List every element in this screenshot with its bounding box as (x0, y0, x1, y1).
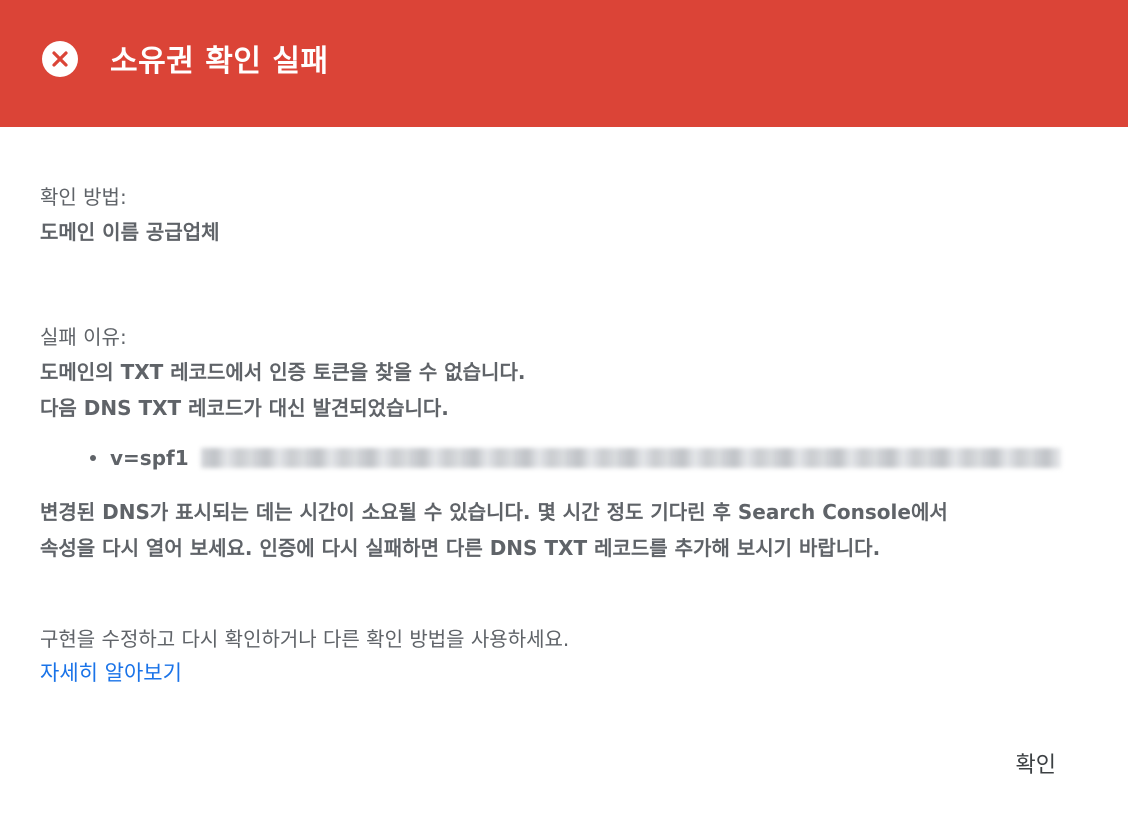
dialog-header: 소유권 확인 실패 (0, 0, 1128, 127)
learn-more-link[interactable]: 자세히 알아보기 (40, 656, 182, 690)
failure-reason-line-1: 도메인의 TXT 레코드에서 인증 토큰을 찾을 수 없습니다. (40, 360, 526, 384)
bullet-icon (90, 455, 96, 461)
ok-button[interactable]: 확인 (1002, 741, 1070, 785)
help-section: 구현을 수정하고 다시 확인하거나 다른 확인 방법을 사용하세요. 자세히 알… (40, 622, 1088, 690)
redacted-record-text (200, 448, 1061, 468)
dns-propagation-notice: 변경된 DNS가 표시되는 데는 시간이 소요될 수 있습니다. 몇 시간 정도… (40, 494, 1088, 566)
verification-method-label: 확인 방법: (40, 185, 127, 209)
dns-record-list: v=spf1 (40, 438, 1088, 478)
error-circle-icon (42, 40, 78, 77)
verification-failed-dialog: 소유권 확인 실패 확인 방법: 도메인 이름 공급업체 실패 이유: 도메인의… (0, 0, 1128, 823)
notice-line-1: 변경된 DNS가 표시되는 데는 시간이 소요될 수 있습니다. 몇 시간 정도… (40, 500, 948, 524)
failure-reason-line-2: 다음 DNS TXT 레코드가 대신 발견되었습니다. (40, 396, 449, 420)
notice-line-2: 속성을 다시 열어 보세요. 인증에 다시 실패하면 다른 DNS TXT 레코… (40, 536, 881, 560)
dns-record-item: v=spf1 (90, 438, 1088, 478)
dns-record-value: v=spf1 (110, 446, 189, 470)
help-text: 구현을 수정하고 다시 확인하거나 다른 확인 방법을 사용하세요. (40, 627, 570, 651)
verification-method-value: 도메인 이름 공급업체 (40, 220, 220, 244)
failure-reason-label: 실패 이유: (40, 325, 127, 349)
verification-method-section: 확인 방법: 도메인 이름 공급업체 (40, 180, 1088, 250)
dialog-content: 확인 방법: 도메인 이름 공급업체 실패 이유: 도메인의 TXT 레코드에서… (0, 180, 1128, 690)
failure-reason-section: 실패 이유: 도메인의 TXT 레코드에서 인증 토큰을 찾을 수 없습니다. … (40, 320, 1088, 478)
dialog-title: 소유권 확인 실패 (110, 43, 329, 79)
